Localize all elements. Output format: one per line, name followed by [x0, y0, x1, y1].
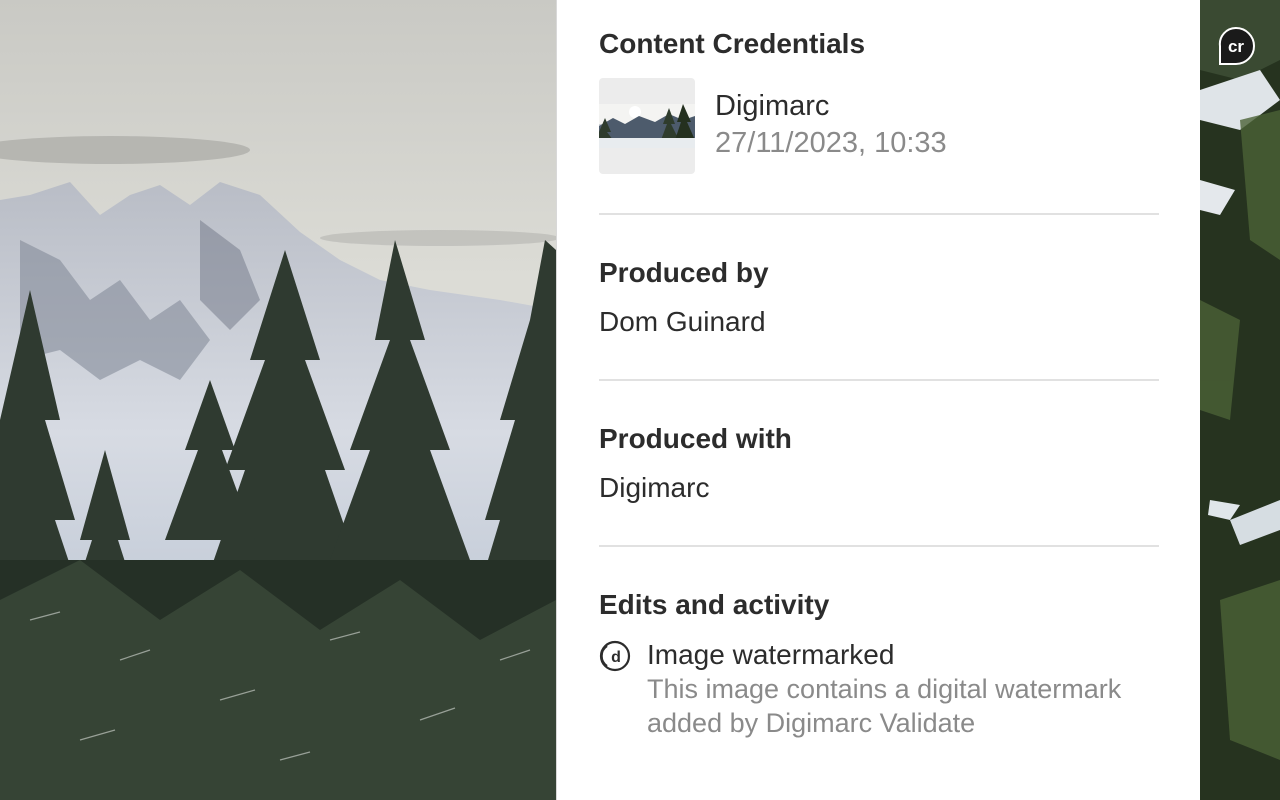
- page: Content Credentials Digimarc 27/11/2023,…: [0, 0, 1280, 800]
- content-credentials-cr-icon[interactable]: cr: [1217, 27, 1255, 65]
- background-photo-right: [1200, 0, 1280, 800]
- credential-summary: Digimarc 27/11/2023, 10:33: [599, 78, 947, 174]
- edits-activity-title: Edits and activity: [599, 589, 830, 620]
- svg-text:d: d: [611, 649, 621, 666]
- produced-by-value: Dom Guinard: [599, 306, 766, 337]
- credential-text: Digimarc 27/11/2023, 10:33: [715, 78, 947, 162]
- activity-text: Image watermarked This image contains a …: [647, 638, 1127, 740]
- activity-title: Image watermarked: [647, 639, 895, 670]
- activity-item: d Image watermarked This image contains …: [599, 638, 1127, 740]
- digimarc-watermark-icon: d: [599, 640, 631, 672]
- panel-title: Content Credentials: [599, 28, 866, 59]
- cr-badge-label: cr: [1228, 37, 1244, 56]
- divider: [599, 379, 1159, 381]
- produced-with-title: Produced with: [599, 423, 792, 454]
- credential-date: 27/11/2023, 10:33: [715, 127, 947, 159]
- credential-issuer: Digimarc: [715, 90, 830, 122]
- activity-description: This image contains a digital watermark …: [647, 674, 1122, 738]
- content-credentials-panel: Content Credentials Digimarc 27/11/2023,…: [556, 0, 1200, 800]
- produced-with-value: Digimarc: [599, 472, 710, 503]
- divider: [599, 545, 1159, 547]
- produced-by-title: Produced by: [599, 257, 769, 288]
- divider: [599, 213, 1159, 215]
- landscape-thumbnail-icon: [599, 78, 695, 174]
- background-photo-left: [0, 0, 556, 800]
